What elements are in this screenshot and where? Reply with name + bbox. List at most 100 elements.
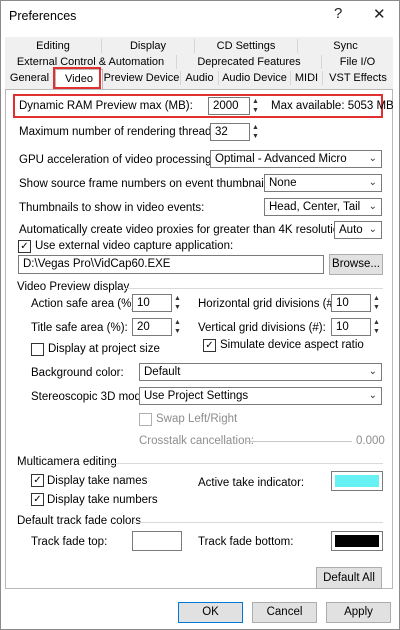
take-numbers-checkbox[interactable]: ✓ <box>31 493 44 506</box>
swap-left-right-checkbox[interactable] <box>139 413 152 426</box>
fade-bottom-color-swatch[interactable] <box>331 531 383 551</box>
spin-up-icon[interactable]: ▲ <box>173 318 182 327</box>
video-tab-highlight <box>53 67 101 89</box>
tab-sync[interactable]: Sync <box>298 39 393 53</box>
ram-preview-input[interactable]: 2000 <box>208 97 250 115</box>
preferences-window: Preferences ? ✕ Editing Display CD Setti… <box>0 0 400 630</box>
window-title: Preferences <box>9 9 77 23</box>
help-icon[interactable]: ? <box>334 5 342 22</box>
external-capture-path-input[interactable]: D:\Vegas Pro\VidCap60.EXE <box>18 255 324 274</box>
hgrid-label: Horizontal grid divisions (#): <box>198 298 340 310</box>
ok-button[interactable]: OK <box>178 602 243 623</box>
spin-up-icon[interactable]: ▲ <box>251 97 260 106</box>
chevron-down-icon: ⌄ <box>368 390 377 401</box>
action-safe-spinner[interactable]: ▲ ▼ <box>173 294 182 312</box>
tab-deprecated-features[interactable]: Deprecated Features <box>177 55 322 69</box>
spin-down-icon[interactable]: ▼ <box>251 106 260 115</box>
apply-button[interactable]: Apply <box>326 602 391 623</box>
tab-cd-settings[interactable]: CD Settings <box>195 39 298 53</box>
crosstalk-slider[interactable] <box>247 441 352 442</box>
spin-up-icon[interactable]: ▲ <box>173 294 182 303</box>
project-size-checkbox[interactable] <box>31 343 44 356</box>
thumbnails-select[interactable]: Head, Center, Tail ⌄ <box>264 198 382 216</box>
chevron-down-icon: ⌄ <box>368 153 377 164</box>
active-take-color-swatch[interactable] <box>331 471 383 491</box>
browse-button[interactable]: Browse... <box>329 254 383 275</box>
tab-general[interactable]: General <box>5 71 55 85</box>
stereo-mode-select[interactable]: Use Project Settings ⌄ <box>139 387 382 405</box>
active-take-label: Active take indicator: <box>198 477 305 489</box>
external-capture-checkbox[interactable]: ✓ <box>18 240 31 253</box>
title-safe-spinner[interactable]: ▲ ▼ <box>173 318 182 336</box>
check-icon: ✓ <box>33 494 42 505</box>
spin-down-icon[interactable]: ▼ <box>251 132 260 141</box>
source-frames-select[interactable]: None ⌄ <box>264 174 382 192</box>
spin-down-icon[interactable]: ▼ <box>372 303 381 312</box>
active-take-color-fill <box>335 475 379 487</box>
fade-top-color-fill <box>136 535 178 547</box>
ram-preview-spinner[interactable]: ▲ ▼ <box>251 97 260 115</box>
tab-file-io[interactable]: File I/O <box>322 55 393 69</box>
gpu-select[interactable]: Optimal - Advanced Micro Devices, ⌄ <box>210 150 382 168</box>
title-safe-label: Title safe area (%): <box>31 322 128 334</box>
action-safe-label: Action safe area (%): <box>31 298 139 310</box>
section-divider <box>133 522 383 523</box>
source-frames-value: None <box>269 177 297 189</box>
close-icon[interactable]: ✕ <box>373 5 386 23</box>
vgrid-spinner[interactable]: ▲ ▼ <box>372 318 381 336</box>
chevron-down-icon: ⌄ <box>368 177 377 188</box>
proxies-value: Auto <box>339 224 363 236</box>
thumbnails-value: Head, Center, Tail <box>269 201 361 213</box>
background-color-select[interactable]: Default ⌄ <box>139 363 382 381</box>
gpu-label: GPU acceleration of video processing: <box>19 154 215 166</box>
fade-top-label: Track fade top: <box>31 536 108 548</box>
default-all-button[interactable]: Default All <box>316 567 382 589</box>
threads-input[interactable]: 32 <box>210 123 250 141</box>
multicam-section-label: Multicamera editing <box>17 456 117 468</box>
spin-down-icon[interactable]: ▼ <box>173 303 182 312</box>
background-color-value: Default <box>144 366 181 378</box>
tab-vst-effects[interactable]: VST Effects <box>323 71 393 85</box>
vgrid-input[interactable]: 10 <box>331 318 371 336</box>
spin-up-icon[interactable]: ▲ <box>372 294 381 303</box>
max-available-text: Max available: 5053 MB <box>271 100 394 112</box>
swap-left-right-label: Swap Left/Right <box>156 413 238 425</box>
title-safe-input[interactable]: 20 <box>132 318 172 336</box>
fade-top-color-swatch[interactable] <box>132 531 182 551</box>
section-divider <box>109 463 383 464</box>
spin-down-icon[interactable]: ▼ <box>173 327 182 336</box>
check-icon: ✓ <box>33 475 42 486</box>
tab-audio[interactable]: Audio <box>181 71 219 85</box>
take-names-checkbox[interactable]: ✓ <box>31 474 44 487</box>
hgrid-input[interactable]: 10 <box>331 294 371 312</box>
tab-preview-device[interactable]: Preview Device <box>103 71 181 85</box>
ram-preview-label: Dynamic RAM Preview max (MB): <box>19 100 193 112</box>
chevron-down-icon: ⌄ <box>368 366 377 377</box>
take-names-label: Display take names <box>47 475 148 487</box>
spin-up-icon[interactable]: ▲ <box>251 123 260 132</box>
title-bar: Preferences ? ✕ <box>1 1 399 31</box>
background-color-label: Background color: <box>31 367 124 379</box>
tab-midi[interactable]: MIDI <box>291 71 323 85</box>
check-icon: ✓ <box>20 241 29 252</box>
spin-down-icon[interactable]: ▼ <box>372 327 381 336</box>
proxies-label: Automatically create video proxies for g… <box>19 224 346 236</box>
simulate-aspect-checkbox[interactable]: ✓ <box>203 339 216 352</box>
stereo-mode-label: Stereoscopic 3D mode: <box>31 391 151 403</box>
action-safe-input[interactable]: 10 <box>132 294 172 312</box>
fade-section-label: Default track fade colors <box>17 515 142 527</box>
tab-editing[interactable]: Editing <box>5 39 102 53</box>
external-capture-label: Use external video capture application: <box>35 240 234 252</box>
chevron-down-icon: ⌄ <box>368 224 377 235</box>
source-frames-label: Show source frame numbers on event thumb… <box>19 178 291 190</box>
hgrid-spinner[interactable]: ▲ ▼ <box>372 294 381 312</box>
threads-spinner[interactable]: ▲ ▼ <box>251 123 260 141</box>
check-icon: ✓ <box>205 340 214 351</box>
tab-audio-device[interactable]: Audio Device <box>219 71 291 85</box>
section-divider <box>125 288 383 289</box>
proxies-select[interactable]: Auto ⌄ <box>334 221 382 239</box>
fade-bottom-color-fill <box>335 535 379 547</box>
cancel-button[interactable]: Cancel <box>252 602 317 623</box>
tab-display[interactable]: Display <box>102 39 195 53</box>
spin-up-icon[interactable]: ▲ <box>372 318 381 327</box>
